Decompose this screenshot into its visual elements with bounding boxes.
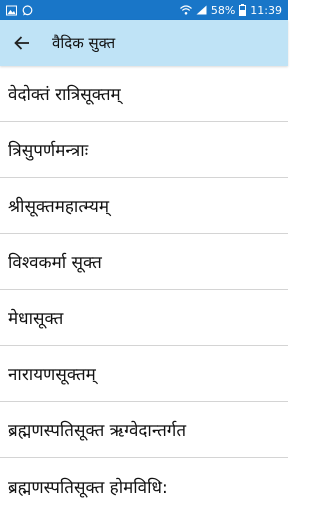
list-item[interactable]: श्रीसूक्तमहात्म्यम् <box>0 178 288 234</box>
app-bar: वैदिक सुक्त <box>0 20 288 66</box>
status-time: 11:39 <box>250 3 282 17</box>
list-item[interactable]: मेधासूक्त <box>0 290 288 346</box>
wifi-icon <box>179 5 192 15</box>
battery-icon <box>239 4 247 16</box>
list-item[interactable]: वेदोक्तं रात्रिसूक्तम् <box>0 66 288 122</box>
list-item[interactable]: त्रिसुपर्णमन्त्राः <box>0 122 288 178</box>
battery-percent: 58% <box>210 3 236 17</box>
sukta-list: वेदोक्तं रात्रिसूक्तम् त्रिसुपर्णमन्त्रा… <box>0 66 288 514</box>
whatsapp-icon <box>22 4 33 16</box>
image-icon <box>6 5 17 16</box>
list-item[interactable]: ब्रह्मणस्पतिसूक्त ऋग्वेदान्तर्गत <box>0 402 288 458</box>
page-title: वैदिक सुक्त <box>52 34 116 52</box>
list-item[interactable]: नारायणसूक्तम् <box>0 346 288 402</box>
back-button[interactable] <box>2 20 42 66</box>
list-item[interactable]: ब्रह्मणस्पतिसूक्त होमविधि: <box>0 458 288 514</box>
status-left-icons <box>6 4 33 16</box>
status-bar: 58% 11:39 <box>0 0 288 20</box>
list-item[interactable]: विश्वकर्मा सूक्त <box>0 234 288 290</box>
arrow-left-icon <box>14 36 30 50</box>
status-right-icons: 58% 11:39 <box>179 3 282 17</box>
signal-icon <box>196 5 207 15</box>
